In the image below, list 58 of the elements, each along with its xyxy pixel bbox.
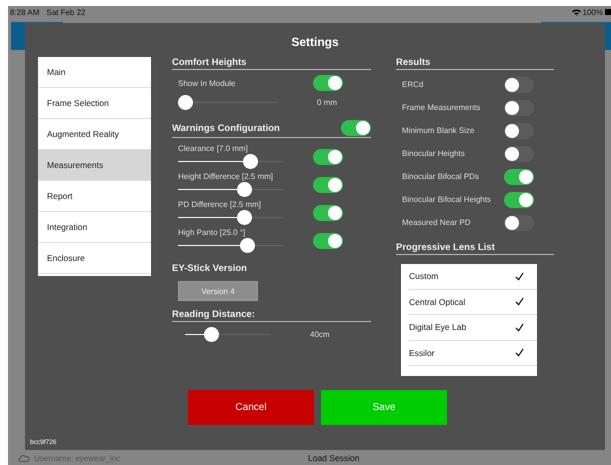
toggle-switch[interactable]: [504, 214, 534, 230]
lens-name[interactable]: Custom: [409, 271, 438, 282]
section-heading: Reading Distance:: [172, 309, 371, 322]
toggle-switch[interactable]: [504, 168, 534, 184]
menu-item[interactable]: Measurements: [38, 150, 151, 181]
cancel-button[interactable]: Cancel: [188, 390, 314, 425]
setting-label: Binocular Heights: [402, 149, 465, 158]
menu-item[interactable]: Main: [38, 57, 151, 88]
setting-label: Clearance [7.0 mm]: [178, 144, 249, 153]
menu-item[interactable]: Report: [38, 181, 151, 212]
lens-name[interactable]: Central Optical: [409, 296, 466, 307]
wifi-icon: [572, 8, 581, 16]
toggle-switch[interactable]: [504, 122, 534, 138]
setting-label: Frame Measurements: [402, 103, 480, 112]
setting-label: PD Difference [2.5 mm]: [178, 200, 262, 209]
slider-thumb[interactable]: [236, 210, 252, 225]
toggle-switch[interactable]: [341, 120, 371, 136]
load-session-link[interactable]: Load Session: [308, 453, 360, 463]
setting-label: Minimum Blank Size: [402, 126, 474, 135]
slider-thumb[interactable]: [240, 238, 255, 253]
setting-label: Binocular Bifocal PDs: [402, 172, 479, 181]
toggle-switch[interactable]: [504, 146, 534, 162]
section-heading: Progressive Lens List: [396, 242, 554, 255]
toggle-switch[interactable]: [313, 75, 343, 91]
lens-name[interactable]: Digital Eye Lab: [409, 322, 466, 332]
section-heading: Warnings Configuration: [172, 122, 280, 134]
slider-thumb[interactable]: [243, 154, 258, 169]
menu-item[interactable]: Enclosure: [38, 243, 151, 274]
cloud-icon: [18, 454, 30, 462]
dialog-title: Settings: [291, 34, 339, 51]
toggle-switch[interactable]: [504, 192, 534, 208]
toggle-switch[interactable]: [313, 176, 343, 192]
toggle-switch[interactable]: [504, 76, 534, 92]
section-heading: EY-Stick Version: [172, 263, 248, 275]
section-heading: Comfort Heights: [172, 57, 371, 70]
toggle-switch[interactable]: [313, 148, 343, 164]
lens-name[interactable]: Essilor: [409, 348, 435, 358]
setting-label: High Panto [25.0 °]: [178, 228, 246, 237]
setting-label: Binocular Bifocal Heights: [402, 195, 491, 204]
status-time: 8:28 AM: [10, 8, 40, 16]
menu-item[interactable]: Integration: [38, 212, 151, 243]
setting-label: Height Difference [2.5 mm]: [178, 172, 274, 181]
slider-thumb[interactable]: [236, 182, 252, 197]
setting-label: ERCd: [402, 80, 424, 89]
slider-thumb[interactable]: [178, 95, 193, 110]
slider-value: 40cm: [310, 330, 330, 339]
toggle-switch[interactable]: [313, 204, 343, 220]
battery-percent: 100%: [582, 8, 603, 16]
toggle-switch[interactable]: [313, 232, 343, 248]
toggle-switch[interactable]: [504, 100, 534, 116]
menu-item[interactable]: Frame Selection: [38, 88, 151, 119]
slider-thumb[interactable]: [204, 327, 219, 342]
setting-label: Show In Module: [178, 78, 236, 88]
status-date: Sat Feb 22: [46, 8, 86, 16]
section-heading: Results: [396, 57, 554, 70]
setting-label: Measured Near PD: [402, 218, 470, 227]
slider-value: 0 mm: [317, 98, 337, 107]
battery-icon: [605, 9, 611, 15]
